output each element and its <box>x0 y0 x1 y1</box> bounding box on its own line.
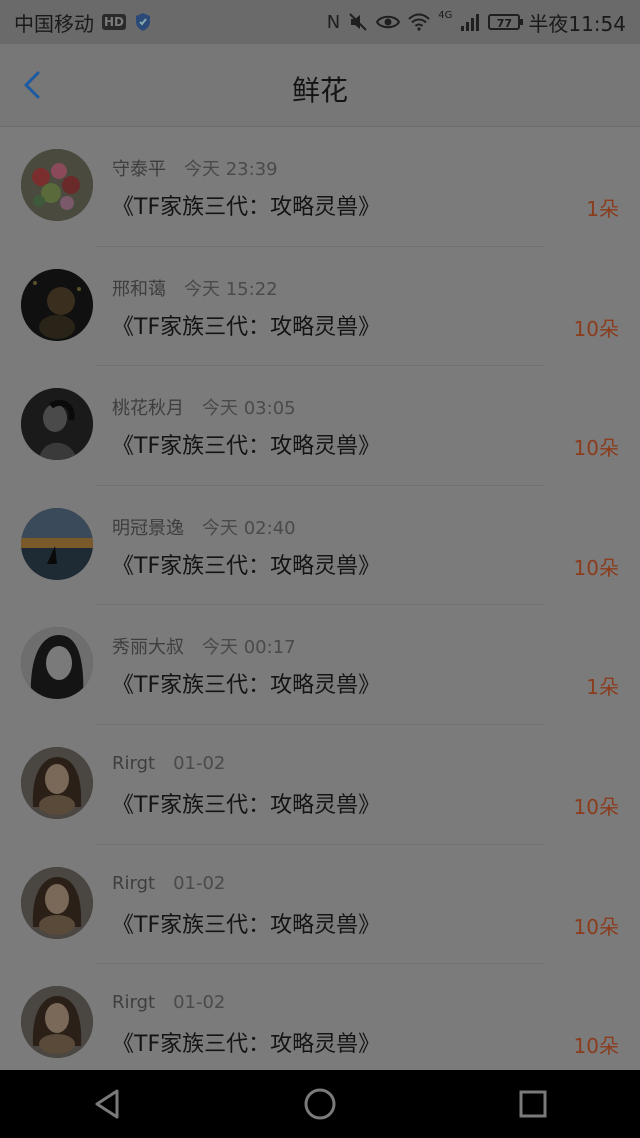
item-meta: Rirgt 01-02 <box>112 753 225 774</box>
flower-count: 10朵 <box>573 316 619 341</box>
circle-home-icon <box>304 1088 336 1120</box>
avatar[interactable] <box>21 866 93 939</box>
item-meta: 桃花秋月 今天 03:05 <box>112 394 296 420</box>
triangle-back-icon <box>95 1089 119 1119</box>
username: 邢和蔼 <box>112 278 166 300</box>
item-meta: 秀丽大叔 今天 00:17 <box>112 633 296 659</box>
item-meta: Rirgt 01-02 <box>112 873 225 894</box>
flower-list: 守泰平 今天 23:39 《TF家族三代：攻略灵兽》 1朵 邢和蔼 今天 15:22… <box>0 127 640 1084</box>
flower-count: 10朵 <box>573 914 619 939</box>
book-title: 《TF家族三代：攻略灵兽》 <box>112 553 381 579</box>
flower-count: 10朵 <box>573 555 619 580</box>
status-bar: 中国移动 HD N 4G 77 半夜11:54 <box>0 0 640 44</box>
battery-level: 77 <box>496 17 513 30</box>
item-meta: 明冠景逸 今天 02:40 <box>112 514 296 540</box>
timestamp: 今天 23:39 <box>184 159 278 180</box>
page-title: 鲜花 <box>291 74 348 107</box>
avatar[interactable] <box>21 149 93 221</box>
carrier-label: 中国移动 <box>14 11 94 36</box>
list-item[interactable]: 秀丽大叔 今天 00:17 《TF家族三代：攻略灵兽》 1朵 <box>0 605 640 725</box>
flower-count: 1朵 <box>586 197 619 221</box>
timestamp: 今天 15:22 <box>184 278 278 300</box>
book-title: 《TF家族三代：攻略灵兽》 <box>112 434 381 460</box>
app-header: 鲜花 <box>0 44 640 127</box>
nfc-icon: N <box>326 11 341 33</box>
avatar[interactable] <box>21 507 93 580</box>
flower-count: 10朵 <box>573 436 619 461</box>
timestamp: 今天 02:40 <box>202 517 296 539</box>
username: 桃花秋月 <box>112 398 184 420</box>
timestamp: 01-02 <box>173 872 226 894</box>
timestamp: 01-02 <box>173 992 226 1014</box>
timestamp: 01-02 <box>173 752 226 774</box>
username: Rirgt <box>112 752 156 774</box>
timestamp: 今天 03:05 <box>202 398 296 420</box>
wifi-icon <box>408 13 430 31</box>
list-item[interactable]: 邢和蔼 今天 15:22 《TF家族三代：攻略灵兽》 10朵 <box>0 247 640 367</box>
list-item[interactable]: 守泰平 今天 23:39 《TF家族三代：攻略灵兽》 1朵 <box>0 127 640 247</box>
hd-badge: HD <box>102 14 127 30</box>
system-nav-bar <box>0 1070 640 1138</box>
list-item[interactable]: Rirgt 01-02 《TF家族三代：攻略灵兽》 10朵 <box>0 845 640 965</box>
book-title: 《TF家族三代：攻略灵兽》 <box>112 912 381 938</box>
nav-back-button[interactable] <box>77 1074 137 1134</box>
avatar[interactable] <box>21 746 93 819</box>
book-title: 《TF家族三代：攻略灵兽》 <box>112 1032 381 1058</box>
flower-count: 10朵 <box>573 1034 619 1059</box>
avatar[interactable] <box>21 388 93 461</box>
username: Rirgt <box>112 872 156 894</box>
mute-icon <box>349 13 367 31</box>
timestamp: 今天 00:17 <box>202 637 296 659</box>
item-meta: Rirgt 01-02 <box>112 992 225 1013</box>
signal-icon <box>461 14 480 31</box>
username: Rirgt <box>112 992 156 1014</box>
flower-count: 10朵 <box>573 794 619 819</box>
list-item[interactable]: Rirgt 01-02 《TF家族三代：攻略灵兽》 10朵 <box>0 725 640 845</box>
clock: 半夜11:54 <box>528 11 626 36</box>
shield-icon <box>136 13 151 31</box>
battery-icon: 77 <box>488 14 524 30</box>
username: 明冠景逸 <box>112 517 184 539</box>
flower-count: 1朵 <box>586 675 619 700</box>
item-meta: 守泰平 今天 23:39 <box>112 155 278 181</box>
username: 守泰平 <box>112 159 166 180</box>
list-item[interactable]: 桃花秋月 今天 03:05 《TF家族三代：攻略灵兽》 10朵 <box>0 366 640 486</box>
book-title: 《TF家族三代：攻略灵兽》 <box>112 314 381 340</box>
list-item[interactable]: Rirgt 01-02 《TF家族三代：攻略灵兽》 10朵 <box>0 964 640 1084</box>
avatar[interactable] <box>21 986 93 1059</box>
nav-recent-button[interactable] <box>503 1074 563 1134</box>
book-title: 《TF家族三代：攻略灵兽》 <box>112 792 381 818</box>
avatar[interactable] <box>21 627 93 700</box>
network-type-label: 4G <box>438 9 453 21</box>
square-recent-icon <box>519 1090 547 1118</box>
eye-icon <box>376 15 401 29</box>
list-item[interactable]: 明冠景逸 今天 02:40 《TF家族三代：攻略灵兽》 10朵 <box>0 486 640 606</box>
avatar[interactable] <box>21 268 93 341</box>
book-title: 《TF家族三代：攻略灵兽》 <box>112 673 381 699</box>
username: 秀丽大叔 <box>112 637 184 659</box>
nav-home-button[interactable] <box>290 1074 350 1134</box>
item-meta: 邢和蔼 今天 15:22 <box>112 275 278 301</box>
book-title: 《TF家族三代：攻略灵兽》 <box>112 195 381 220</box>
